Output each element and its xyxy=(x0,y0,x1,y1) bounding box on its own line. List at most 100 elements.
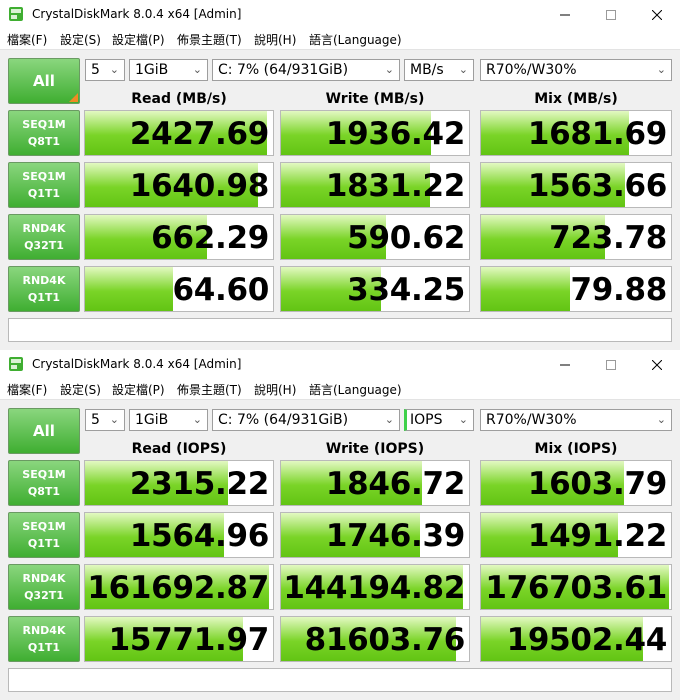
title-bar[interactable]: CrystalDiskMark 8.0.4 x64 [Admin] xyxy=(0,350,680,380)
result-value: 662.29 xyxy=(151,220,269,256)
result-value: 723.78 xyxy=(549,220,667,256)
result-value: 2315.22 xyxy=(129,466,269,502)
rnd4k-q1t1-button[interactable]: RND4K Q1T1 xyxy=(8,266,80,312)
write-header: Write (IOPS) xyxy=(325,441,425,457)
seq1m-q8t1-button[interactable]: SEQ1M Q8T1 xyxy=(8,110,80,156)
unit-select[interactable]: IOPS ⌄ xyxy=(404,409,474,431)
menu-file[interactable]: 檔案(F) xyxy=(7,32,47,48)
result-bar xyxy=(481,267,571,311)
result-bar xyxy=(85,267,174,311)
menu-help[interactable]: 說明(H) xyxy=(254,382,296,398)
test-count-select[interactable]: 5 ⌄ xyxy=(85,59,125,81)
result-cell-mix: 1563.66 xyxy=(480,162,672,208)
row-label-line2: Q1T1 xyxy=(27,291,61,304)
chevron-down-icon: ⌄ xyxy=(109,413,119,426)
seq1m-q1t1-button[interactable]: SEQ1M Q1T1 xyxy=(8,512,80,558)
row-label-line1: SEQ1M xyxy=(22,118,66,131)
minimize-icon xyxy=(560,14,570,16)
minimize-button[interactable] xyxy=(542,0,588,30)
drive-select[interactable]: C: 7% (64/931GiB) ⌄ xyxy=(212,409,400,431)
menu-language[interactable]: 語言(Language) xyxy=(309,382,402,398)
menu-profile[interactable]: 設定檔(P) xyxy=(112,32,165,48)
minimize-button[interactable] xyxy=(542,350,588,380)
result-cell-write: 334.25 xyxy=(280,266,470,312)
result-cell-mix: 176703.61 xyxy=(480,564,672,610)
menu-settings[interactable]: 設定(S) xyxy=(60,32,101,48)
chevron-down-icon: ⌄ xyxy=(384,63,394,76)
crystaldiskmark-window-iops: CrystalDiskMark 8.0.4 x64 [Admin] 檔案(F) … xyxy=(0,350,680,700)
result-value: 590.62 xyxy=(347,220,465,256)
row-label-line1: RND4K xyxy=(22,222,66,235)
result-cell-write: 1846.72 xyxy=(280,460,470,506)
result-value: 81603.76 xyxy=(304,622,466,658)
result-value: 2427.69 xyxy=(129,116,269,152)
drive-value: C: 7% (64/931GiB) xyxy=(218,412,349,428)
menu-theme[interactable]: 佈景主題(T) xyxy=(177,32,242,48)
close-button[interactable] xyxy=(634,0,680,30)
chevron-down-icon: ⌄ xyxy=(109,63,119,76)
rnd4k-q32t1-button[interactable]: RND4K Q32T1 xyxy=(8,564,80,610)
close-button[interactable] xyxy=(634,350,680,380)
test-size-value: 1GiB xyxy=(135,412,169,428)
maximize-icon xyxy=(606,10,616,20)
result-cell-read: 662.29 xyxy=(84,214,274,260)
all-button[interactable]: All xyxy=(8,58,80,104)
result-cell-write: 1746.39 xyxy=(280,512,470,558)
test-count-select[interactable]: 5 ⌄ xyxy=(85,409,125,431)
result-value: 161692.87 xyxy=(87,570,269,606)
rnd4k-q1t1-button[interactable]: RND4K Q1T1 xyxy=(8,616,80,662)
menu-file[interactable]: 檔案(F) xyxy=(7,382,47,398)
mix-ratio-value: R70%/W30% xyxy=(486,412,577,428)
chevron-down-icon: ⌄ xyxy=(384,413,394,426)
result-value: 1846.72 xyxy=(325,466,465,502)
result-value: 1563.66 xyxy=(527,168,667,204)
all-button-label: All xyxy=(33,422,55,440)
result-cell-write: 1936.42 xyxy=(280,110,470,156)
row-label-line2: Q1T1 xyxy=(27,641,61,654)
mix-ratio-select[interactable]: R70%/W30% ⌄ xyxy=(480,409,672,431)
title-bar[interactable]: CrystalDiskMark 8.0.4 x64 [Admin] xyxy=(0,0,680,30)
maximize-button[interactable] xyxy=(588,350,634,380)
row-label-line2: Q1T1 xyxy=(27,187,61,200)
test-size-select[interactable]: 1GiB ⌄ xyxy=(129,59,208,81)
rnd4k-q32t1-button[interactable]: RND4K Q32T1 xyxy=(8,214,80,260)
result-cell-read: 2315.22 xyxy=(84,460,274,506)
result-cell-mix: 79.88 xyxy=(480,266,672,312)
comment-field[interactable] xyxy=(8,318,672,342)
read-header: Read (MB/s) xyxy=(131,91,227,107)
unit-value: MB/s xyxy=(410,62,444,78)
comment-field[interactable] xyxy=(8,668,672,692)
all-button-label: All xyxy=(33,72,55,90)
drive-select[interactable]: C: 7% (64/931GiB) ⌄ xyxy=(212,59,400,81)
mix-header: Mix (IOPS) xyxy=(534,441,618,457)
result-value: 15771.97 xyxy=(108,622,270,658)
row-label-line1: SEQ1M xyxy=(22,520,66,533)
maximize-button[interactable] xyxy=(588,0,634,30)
test-size-select[interactable]: 1GiB ⌄ xyxy=(129,409,208,431)
all-button[interactable]: All xyxy=(8,408,80,454)
result-cell-read: 1640.98 xyxy=(84,162,274,208)
chevron-down-icon: ⌄ xyxy=(192,63,202,76)
menu-settings[interactable]: 設定(S) xyxy=(60,382,101,398)
unit-select[interactable]: MB/s ⌄ xyxy=(404,59,474,81)
row-label-line1: RND4K xyxy=(22,572,66,585)
menu-theme[interactable]: 佈景主題(T) xyxy=(177,382,242,398)
result-value: 1936.42 xyxy=(325,116,465,152)
crystaldiskmark-window-mbs: CrystalDiskMark 8.0.4 x64 [Admin] 檔案(F) … xyxy=(0,0,680,350)
result-cell-read: 64.60 xyxy=(84,266,274,312)
mix-ratio-select[interactable]: R70%/W30% ⌄ xyxy=(480,59,672,81)
menu-profile[interactable]: 設定檔(P) xyxy=(112,382,165,398)
row-label-line2: Q32T1 xyxy=(24,589,64,602)
seq1m-q8t1-button[interactable]: SEQ1M Q8T1 xyxy=(8,460,80,506)
mix-ratio-value: R70%/W30% xyxy=(486,62,577,78)
row-label-line2: Q1T1 xyxy=(27,537,61,550)
menu-help[interactable]: 說明(H) xyxy=(254,32,296,48)
result-cell-mix: 723.78 xyxy=(480,214,672,260)
seq1m-q1t1-button[interactable]: SEQ1M Q1T1 xyxy=(8,162,80,208)
maximize-icon xyxy=(606,360,616,370)
window-title: CrystalDiskMark 8.0.4 x64 [Admin] xyxy=(32,7,242,21)
row-label-line2: Q8T1 xyxy=(27,485,61,498)
result-cell-read: 1564.96 xyxy=(84,512,274,558)
result-cell-read: 2427.69 xyxy=(84,110,274,156)
menu-language[interactable]: 語言(Language) xyxy=(309,32,402,48)
